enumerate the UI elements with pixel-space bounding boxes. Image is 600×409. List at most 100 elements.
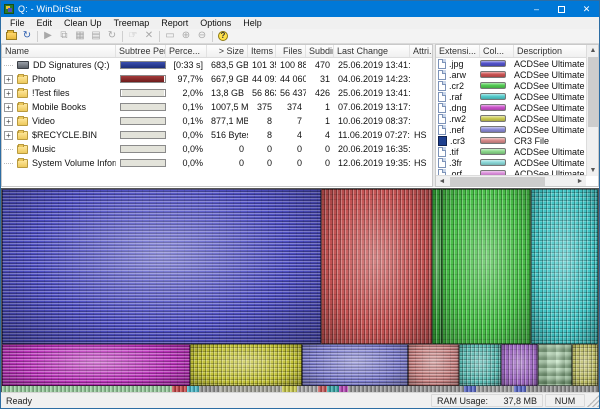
ext-color-cell (480, 93, 514, 100)
tree-cell-items: 375 (248, 102, 276, 112)
ext-vertical-scrollbar[interactable]: ▲ ▼ (586, 45, 598, 176)
menu-item-clean-up[interactable]: Clean Up (58, 18, 108, 28)
treemap-block-cr2-dark[interactable] (432, 189, 442, 344)
tree-header-4[interactable]: Items (248, 45, 276, 57)
menu-item-options[interactable]: Options (194, 18, 237, 28)
treemap-block-rw2[interactable] (190, 344, 302, 386)
treemap-block-jpg[interactable] (2, 189, 321, 344)
list-item[interactable]: .rafACDSee Ultimate 2019 RAF I... (436, 91, 586, 102)
vertical-scroll-thumb[interactable] (588, 57, 598, 127)
resize-grip-icon[interactable] (587, 395, 599, 407)
list-item[interactable]: .dngACDSee Ultimate 2019 DNG ... (436, 102, 586, 113)
app-icon (4, 4, 14, 14)
ext-color-cell (480, 159, 514, 166)
tree-header-8[interactable]: Attri... (410, 45, 433, 57)
tree-header-3[interactable]: > Size (207, 45, 248, 57)
expander-plus-icon[interactable]: + (4, 131, 13, 140)
treemap-block-nef[interactable] (302, 344, 407, 386)
subtree-percentage-cell (116, 103, 166, 111)
toolbar-separator (159, 31, 160, 42)
table-row[interactable]: Music0,0%000020.06.2019 16:35:38 (2, 142, 432, 156)
tree-cell-size: 0 (207, 144, 248, 154)
tree-cell-percent: 2,0% (166, 88, 207, 98)
tree-cell-files: 4 (276, 130, 306, 140)
file-type-icon (438, 136, 447, 146)
delete-icon: ✕ (141, 29, 157, 43)
treemap-block-tif[interactable] (538, 344, 571, 386)
list-item[interactable]: .tifACDSee Ultimate 2019 TIFF I... (436, 146, 586, 157)
subtree-percentage-bar (120, 75, 166, 83)
help-icon[interactable]: ? (215, 29, 231, 43)
tree-cell-subdirs: 426 (306, 88, 334, 98)
treemap-block-3fr[interactable] (459, 344, 501, 386)
scroll-left-icon[interactable]: ◄ (436, 176, 448, 187)
tree-header-1[interactable]: Subtree Percent... (116, 45, 166, 57)
treemap-block-arw[interactable] (321, 189, 432, 344)
subtree-percentage-bar (120, 61, 166, 69)
menu-item-file[interactable]: File (4, 18, 31, 28)
list-item[interactable]: .cr3CR3 File (436, 135, 586, 146)
table-row[interactable]: System Volume Information0,0%000012.06.2… (2, 156, 432, 170)
list-item[interactable]: .arwACDSee Ultimate 2019 ARW ... (436, 69, 586, 80)
ext-header-2[interactable]: Description (514, 45, 588, 57)
window-title: Q: - WinDirStat (18, 4, 82, 14)
treemap-block-cr3[interactable] (408, 344, 459, 386)
expander-plus-icon[interactable]: + (4, 103, 13, 112)
tree-header-0[interactable]: Name (2, 45, 116, 57)
tree-cell-size: 877,1 MB (207, 116, 248, 126)
treemap-block-orf[interactable] (501, 344, 539, 386)
list-item[interactable]: .3frACDSee Ultimate 2019 3FR I... (436, 157, 586, 168)
scroll-up-icon[interactable]: ▲ (587, 45, 599, 56)
table-row[interactable]: +Video0,1%877,1 MB87110.06.2019 08:37:43 (2, 114, 432, 128)
ext-horizontal-scrollbar[interactable]: ◄ ► (436, 175, 586, 186)
expander-plus-icon[interactable]: + (4, 89, 13, 98)
menu-item-help[interactable]: Help (237, 18, 268, 28)
expander-plus-icon[interactable]: + (4, 75, 13, 84)
tree-cell-attr: HS (410, 158, 433, 168)
tree-cell-last_change: 11.06.2019 07:27:40 (334, 130, 410, 140)
treemap-block-cr2[interactable] (442, 189, 531, 344)
close-button[interactable]: ✕ (574, 1, 599, 17)
maximize-button[interactable] (549, 1, 574, 17)
tree-header-6[interactable]: Subdirs (306, 45, 334, 57)
table-row[interactable]: +Mobile Books0,1%1007,5 MB375374107.06.2… (2, 100, 432, 114)
scroll-down-icon[interactable]: ▼ (587, 165, 599, 176)
treemap-block-raf[interactable] (531, 189, 598, 344)
table-row[interactable]: +Photo97,7%667,9 GB44 09144 0603104.06.2… (2, 72, 432, 86)
list-item[interactable]: .jpgACDSee Ultimate 2019 JPEG ... (436, 58, 586, 69)
file-type-icon (438, 81, 446, 91)
table-row[interactable]: +$RECYCLE.BIN0,0%516 Bytes84411.06.2019 … (2, 128, 432, 142)
ext-label: .tif (449, 147, 459, 157)
ext-header-1[interactable]: Col... (480, 45, 514, 57)
list-item[interactable]: .nefACDSee Ultimate 2019 NEF I... (436, 124, 586, 135)
toolbar-separator (212, 31, 213, 42)
treemap-block-x3f[interactable] (572, 344, 598, 386)
color-swatch (480, 82, 506, 89)
open-icon[interactable] (3, 29, 19, 43)
horizontal-scroll-thumb[interactable] (450, 177, 545, 186)
tree-header-5[interactable]: Files (276, 45, 306, 57)
tree-cell-files: 374 (276, 102, 306, 112)
menu-item-treemap[interactable]: Treemap (108, 18, 156, 28)
file-type-icon (438, 158, 446, 168)
list-item[interactable]: .cr2ACDSee Ultimate 2019 CR2 I... (436, 80, 586, 91)
list-item[interactable]: .rw2ACDSee Ultimate 2019 RW2 ... (436, 113, 586, 124)
minimize-button[interactable]: – (524, 1, 549, 17)
ext-header-0[interactable]: Extensi... (436, 45, 480, 57)
tree-header-7[interactable]: Last Change (334, 45, 410, 57)
menu-item-edit[interactable]: Edit (31, 18, 59, 28)
tree-header-2[interactable]: Perce... (166, 45, 207, 57)
ext-description: ACDSee Ultimate 2019 ARW ... (514, 70, 586, 80)
table-row[interactable]: DD Signatures (Q:)[0:33 s]683,5 GB101 35… (2, 58, 432, 72)
treemap-block-dng[interactable] (2, 344, 190, 386)
scroll-right-icon[interactable]: ► (574, 176, 586, 187)
menu-item-report[interactable]: Report (155, 18, 194, 28)
refresh-all-icon[interactable]: ↻ (19, 29, 35, 43)
tree-cell-files: 0 (276, 158, 306, 168)
expander-plus-icon[interactable]: + (4, 117, 13, 126)
table-row[interactable]: +!Test files2,0%13,8 GB56 86356 43742625… (2, 86, 432, 100)
treemap[interactable] (2, 189, 598, 392)
directory-tree-panel: NameSubtree Percent...Perce...> SizeItem… (1, 44, 433, 187)
tree-cell-percent: [0:33 s] (166, 60, 207, 70)
ext-description: ACDSee Ultimate 2019 NEF I... (514, 125, 586, 135)
